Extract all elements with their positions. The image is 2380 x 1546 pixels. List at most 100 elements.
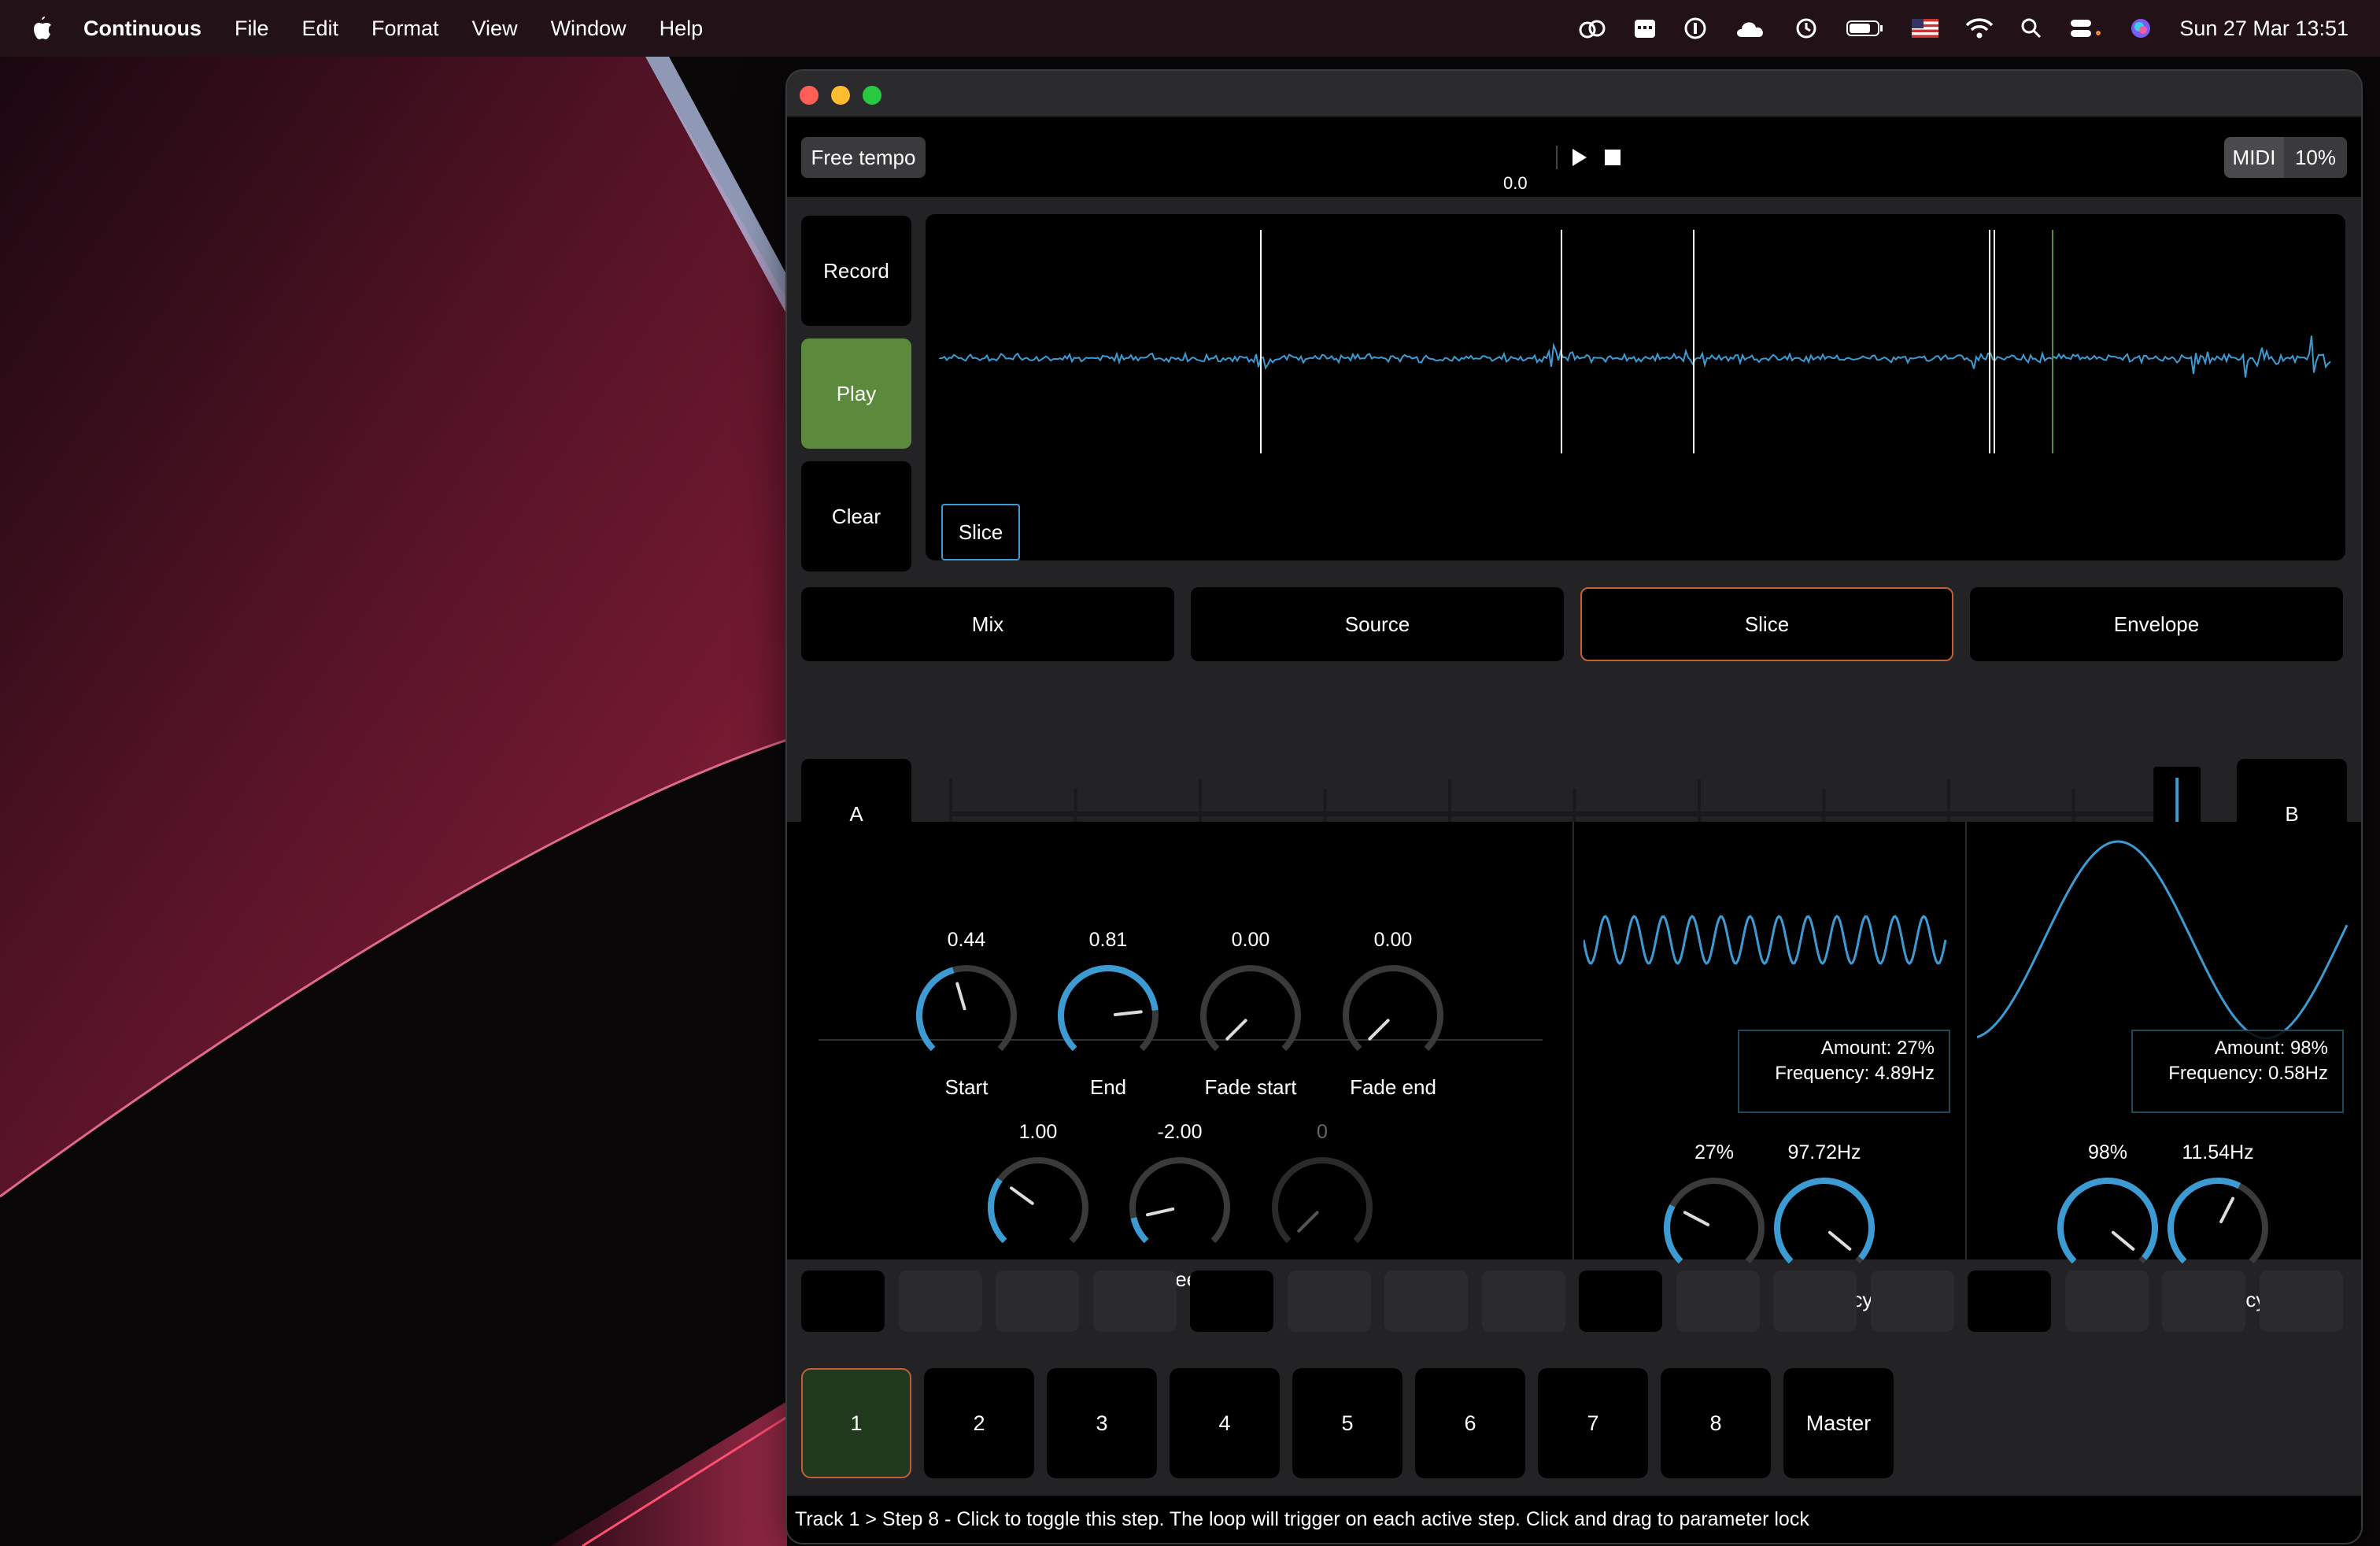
step-button[interactable] <box>1773 1270 1857 1332</box>
knob-label: Start <box>944 1075 989 1099</box>
track-button-7[interactable]: 7 <box>1538 1368 1648 1478</box>
knob-value: 0.44 <box>947 929 986 951</box>
knob-arc <box>1129 1157 1230 1244</box>
step-button[interactable] <box>1481 1270 1565 1332</box>
lfo2-waveform <box>1977 840 2349 1040</box>
menu-format[interactable]: Format <box>371 17 439 41</box>
creative-cloud-icon[interactable] <box>1578 17 1606 39</box>
tempo-mode-button[interactable]: Free tempo <box>801 137 926 178</box>
tab-slice[interactable]: Slice <box>1580 587 1953 661</box>
knob-start[interactable] <box>911 960 1022 1071</box>
track-button-2[interactable]: 2 <box>924 1368 1034 1478</box>
zoom-button[interactable] <box>863 86 881 105</box>
title-bar[interactable] <box>787 71 2361 117</box>
knob-speed[interactable] <box>1125 1152 1235 1263</box>
play-icon[interactable] <box>1571 148 1588 167</box>
cloud-icon[interactable] <box>1734 17 1767 40</box>
slice-mode-button[interactable]: Slice <box>941 504 1020 560</box>
step-button[interactable] <box>2064 1270 2149 1332</box>
track-button-8[interactable]: 8 <box>1661 1368 1771 1478</box>
siri-icon[interactable] <box>2129 17 2153 40</box>
knob-slice[interactable] <box>1267 1152 1377 1263</box>
us-flag-icon[interactable] <box>1912 19 1939 38</box>
step-button[interactable] <box>1870 1270 1954 1332</box>
lfo2-frequency-value: 11.54Hz <box>2182 1141 2254 1163</box>
step-button[interactable] <box>1968 1270 2051 1332</box>
step-button[interactable] <box>996 1270 1079 1332</box>
clear-button[interactable]: Clear <box>801 461 911 571</box>
knob-pitch[interactable] <box>983 1152 1093 1263</box>
calendar-app-icon[interactable] <box>1633 17 1657 39</box>
knob-fade-end[interactable] <box>1338 960 1448 1071</box>
knob-value: 0.81 <box>1088 929 1128 951</box>
menu-help[interactable]: Help <box>660 17 704 41</box>
tab-envelope[interactable]: Envelope <box>1970 587 2343 661</box>
step-button[interactable] <box>2162 1270 2245 1332</box>
knob-label: End <box>1089 1075 1127 1099</box>
minimize-button[interactable] <box>831 86 850 105</box>
waveform-display[interactable] <box>926 214 2345 560</box>
step-button[interactable] <box>1676 1270 1760 1332</box>
step-button[interactable] <box>1384 1270 1468 1332</box>
step-button[interactable] <box>801 1270 885 1332</box>
step-button[interactable] <box>2259 1270 2343 1332</box>
knob-label: Fade end <box>1350 1075 1436 1099</box>
waveform-panel[interactable]: Slice <box>926 214 2345 560</box>
knob-arc <box>1200 965 1301 1052</box>
play-button[interactable]: Play <box>801 338 911 449</box>
knob-arc <box>1774 1178 1875 1264</box>
lfo2-tooltip-frequency: Frequency: 0.58Hz <box>2168 1063 2328 1084</box>
menu-edit[interactable]: Edit <box>301 17 338 41</box>
track-button-1[interactable]: 1 <box>801 1368 911 1478</box>
section-divider <box>1965 822 1967 1259</box>
battery-icon[interactable] <box>1846 18 1885 39</box>
lfo2-amount-knob[interactable] <box>2053 1173 2163 1283</box>
record-button[interactable]: Record <box>801 216 911 326</box>
knob-pointer <box>2219 1196 2235 1223</box>
track-master-button[interactable]: Master <box>1783 1368 1894 1478</box>
menu-file[interactable]: File <box>235 17 269 41</box>
menu-window[interactable]: Window <box>551 17 626 41</box>
step-button[interactable] <box>1579 1270 1662 1332</box>
lfo2-frequency-knob[interactable] <box>2163 1173 2273 1283</box>
lfo1-amount-knob[interactable] <box>1659 1173 1769 1283</box>
knob-end[interactable] <box>1053 960 1163 1071</box>
apple-logo-icon[interactable] <box>30 15 54 42</box>
knob-arc <box>1130 1217 1149 1244</box>
status-bar: Track 1 > Step 8 - Click to toggle this … <box>787 1496 2361 1543</box>
midi-button[interactable]: MIDI <box>2224 137 2284 178</box>
lfo1-waveform <box>1584 915 1947 965</box>
knob-value: 1.00 <box>1018 1121 1058 1143</box>
step-button[interactable] <box>1190 1270 1273 1332</box>
wifi-icon[interactable] <box>1965 17 1994 39</box>
knob-pointer <box>1828 1230 1852 1251</box>
menu-app-name[interactable]: Continuous <box>83 17 201 41</box>
time-machine-icon[interactable] <box>1794 17 1819 40</box>
knob-fade-start[interactable] <box>1196 960 1306 1071</box>
knob-arc <box>988 1157 1088 1244</box>
lfo2-tooltip: Amount: 98% Frequency: 0.58Hz <box>2131 1030 2344 1113</box>
track-button-3[interactable]: 3 <box>1047 1368 1157 1478</box>
section-divider <box>1572 822 1574 1259</box>
track-button-4[interactable]: 4 <box>1170 1368 1280 1478</box>
step-button[interactable] <box>1092 1270 1177 1332</box>
lfo1-tooltip: Amount: 27% Frequency: 4.89Hz <box>1738 1030 1950 1113</box>
track-button-5[interactable]: 5 <box>1292 1368 1402 1478</box>
lfo1-frequency-knob[interactable] <box>1769 1173 1879 1283</box>
lfo1-tooltip-frequency: Frequency: 4.89Hz <box>1775 1063 1935 1084</box>
search-icon[interactable] <box>2020 17 2042 39</box>
menubar-clock[interactable]: Sun 27 Mar 13:51 <box>2179 17 2349 41</box>
step-button[interactable] <box>898 1270 982 1332</box>
menu-view[interactable]: View <box>472 17 518 41</box>
lfo2-tooltip-amount: Amount: 98% <box>2214 1037 2328 1059</box>
tab-source[interactable]: Source <box>1191 587 1564 661</box>
lfo1-tooltip-amount: Amount: 27% <box>1820 1037 1935 1059</box>
control-center-icon[interactable] <box>2069 17 2102 39</box>
step-button[interactable] <box>1287 1270 1371 1332</box>
knob-pointer <box>2111 1230 2135 1251</box>
info-icon[interactable] <box>1683 17 1707 40</box>
stop-icon[interactable] <box>1605 150 1621 165</box>
tab-mix[interactable]: Mix <box>801 587 1174 661</box>
track-button-6[interactable]: 6 <box>1415 1368 1525 1478</box>
close-button[interactable] <box>800 86 819 105</box>
